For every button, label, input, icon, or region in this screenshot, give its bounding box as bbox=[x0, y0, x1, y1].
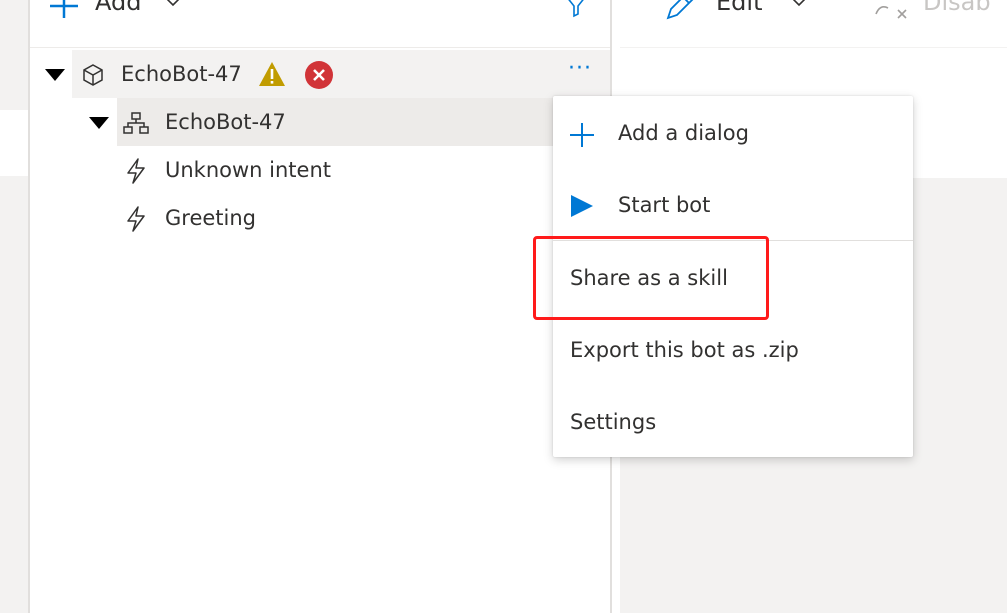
disable-button[interactable]: Disab bbox=[870, 0, 1007, 26]
edit-button[interactable]: Edit bbox=[660, 0, 810, 26]
expand-caret-icon[interactable] bbox=[45, 69, 65, 81]
disable-icon bbox=[875, 6, 907, 19]
left-gutter-top bbox=[0, 0, 28, 48]
error-icon bbox=[305, 61, 333, 89]
pencil-icon bbox=[666, 0, 694, 20]
expand-caret-icon[interactable] bbox=[89, 117, 109, 129]
hierarchy-icon bbox=[123, 112, 149, 134]
menu-item-settings[interactable]: Settings bbox=[553, 388, 913, 460]
plus-icon bbox=[570, 123, 594, 147]
tree-root-label: EchoBot-47 bbox=[121, 62, 242, 86]
cube-icon bbox=[83, 64, 103, 86]
add-button[interactable]: Add bbox=[40, 0, 190, 26]
menu-item-start-bot[interactable]: Start bot bbox=[553, 170, 913, 242]
tree-dialog-label: EchoBot-47 bbox=[165, 110, 286, 134]
toolbar-divider bbox=[30, 47, 610, 48]
left-gutter-mid bbox=[0, 48, 28, 110]
chevron-down-icon bbox=[792, 0, 806, 7]
highlight-annotation bbox=[533, 236, 769, 320]
plus-icon bbox=[50, 0, 78, 18]
menu-item-label: Add a dialog bbox=[618, 121, 749, 145]
edit-label: Edit bbox=[716, 0, 763, 16]
menu-item-export-zip[interactable]: Export this bot as .zip bbox=[553, 316, 913, 388]
lightning-icon bbox=[127, 158, 145, 184]
filter-icon[interactable] bbox=[564, 0, 588, 18]
more-options-button[interactable]: ··· bbox=[568, 56, 592, 81]
warning-icon bbox=[259, 62, 285, 86]
menu-item-label: Settings bbox=[570, 410, 657, 434]
trigger-label: Greeting bbox=[165, 206, 256, 230]
disable-label: Disab bbox=[923, 0, 991, 16]
menu-item-add-dialog[interactable]: Add a dialog bbox=[553, 98, 913, 170]
left-gutter-bottom bbox=[0, 176, 28, 613]
menu-item-label: Start bot bbox=[618, 193, 711, 217]
left-gutter-band bbox=[0, 110, 28, 176]
chevron-down-icon bbox=[166, 0, 180, 7]
play-icon bbox=[571, 195, 593, 217]
tree-row-trigger[interactable]: Greeting bbox=[117, 196, 547, 242]
lightning-icon bbox=[127, 206, 145, 232]
trigger-label: Unknown intent bbox=[165, 158, 332, 182]
menu-item-label: Export this bot as .zip bbox=[570, 338, 799, 362]
add-label: Add bbox=[95, 0, 142, 16]
tree-row-trigger[interactable]: Unknown intent bbox=[117, 148, 547, 194]
